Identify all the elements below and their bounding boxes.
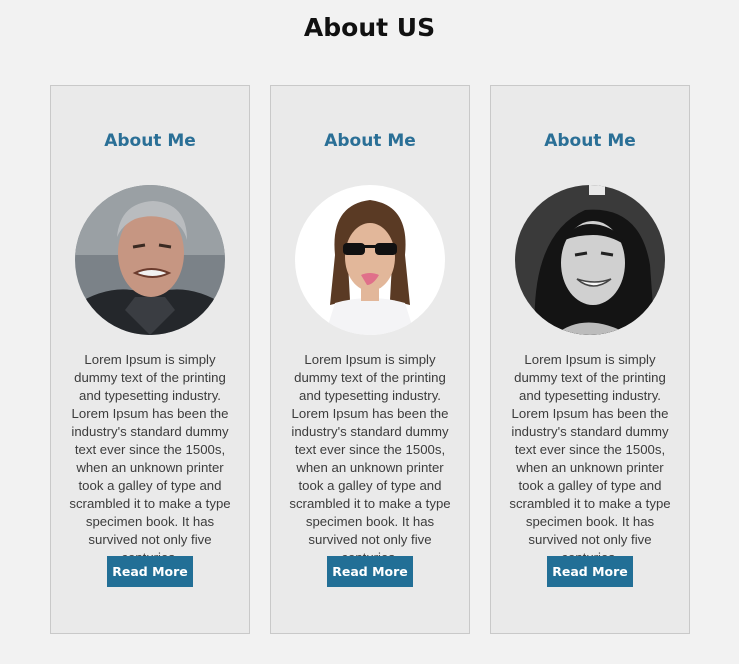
card-description: Lorem Ipsum is simply dummy text of the …: [289, 352, 451, 565]
card-heading: About Me: [104, 131, 196, 151]
page-title: About US: [303, 13, 436, 42]
card-heading: About Me: [544, 131, 636, 151]
man-sunglasses-portrait-icon: [295, 185, 445, 335]
read-more-button[interactable]: Read More: [327, 556, 413, 587]
man-portrait-icon: [75, 185, 225, 335]
about-card-3: About Me Lorem Ipsum is simply dummy tex…: [490, 85, 690, 634]
about-card-1: About Me Lorem Ipsum is simply dummy tex…: [50, 85, 250, 634]
woman-portrait-icon: [515, 185, 665, 335]
card-description: Lorem Ipsum is simply dummy text of the …: [69, 352, 231, 565]
read-more-button[interactable]: Read More: [547, 556, 633, 587]
card-description: Lorem Ipsum is simply dummy text of the …: [509, 352, 671, 565]
read-more-button[interactable]: Read More: [107, 556, 193, 587]
about-card-2: About Me Lorem Ipsum is simply dummy tex…: [270, 85, 470, 634]
card-heading: About Me: [324, 131, 416, 151]
